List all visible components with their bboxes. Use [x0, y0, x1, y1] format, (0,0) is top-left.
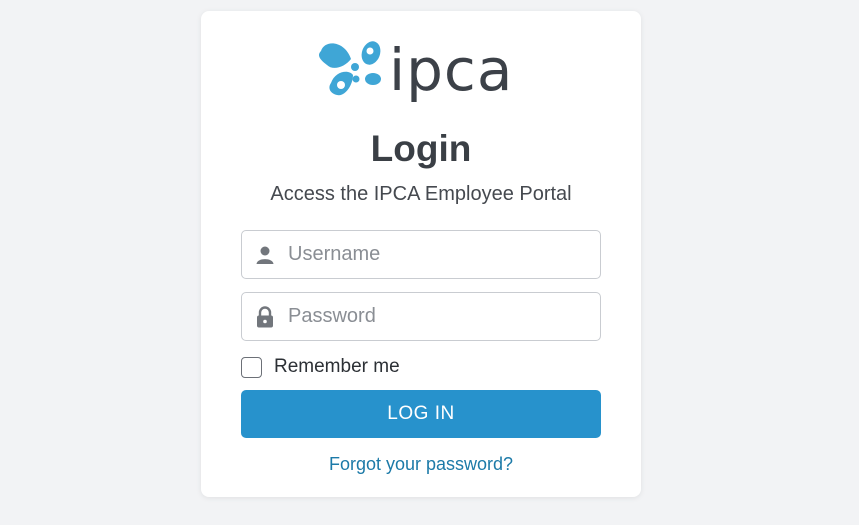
remember-me[interactable]: Remember me — [241, 356, 400, 378]
forgot-password-link[interactable]: Forgot your password? — [201, 454, 641, 475]
remember-me-checkbox[interactable] — [241, 356, 262, 378]
remember-me-label[interactable]: Remember me — [274, 356, 400, 378]
page-subtitle: Access the IPCA Employee Portal — [270, 183, 572, 205]
user-icon — [242, 231, 288, 278]
password-input[interactable] — [288, 293, 588, 340]
brand-logo: ipca — [315, 37, 513, 109]
butterfly-logo-icon — [319, 41, 381, 96]
lock-icon — [242, 293, 288, 340]
password-field[interactable] — [241, 292, 601, 341]
brand-name: ipca — [389, 36, 514, 104]
page: ipca Login Access the IPCA Employee Port… — [0, 0, 859, 525]
login-button[interactable]: LOG IN — [241, 390, 601, 438]
username-field[interactable] — [241, 230, 601, 279]
page-title: Login — [370, 128, 472, 169]
login-card: ipca Login Access the IPCA Employee Port… — [201, 11, 641, 497]
username-input[interactable] — [288, 231, 588, 278]
